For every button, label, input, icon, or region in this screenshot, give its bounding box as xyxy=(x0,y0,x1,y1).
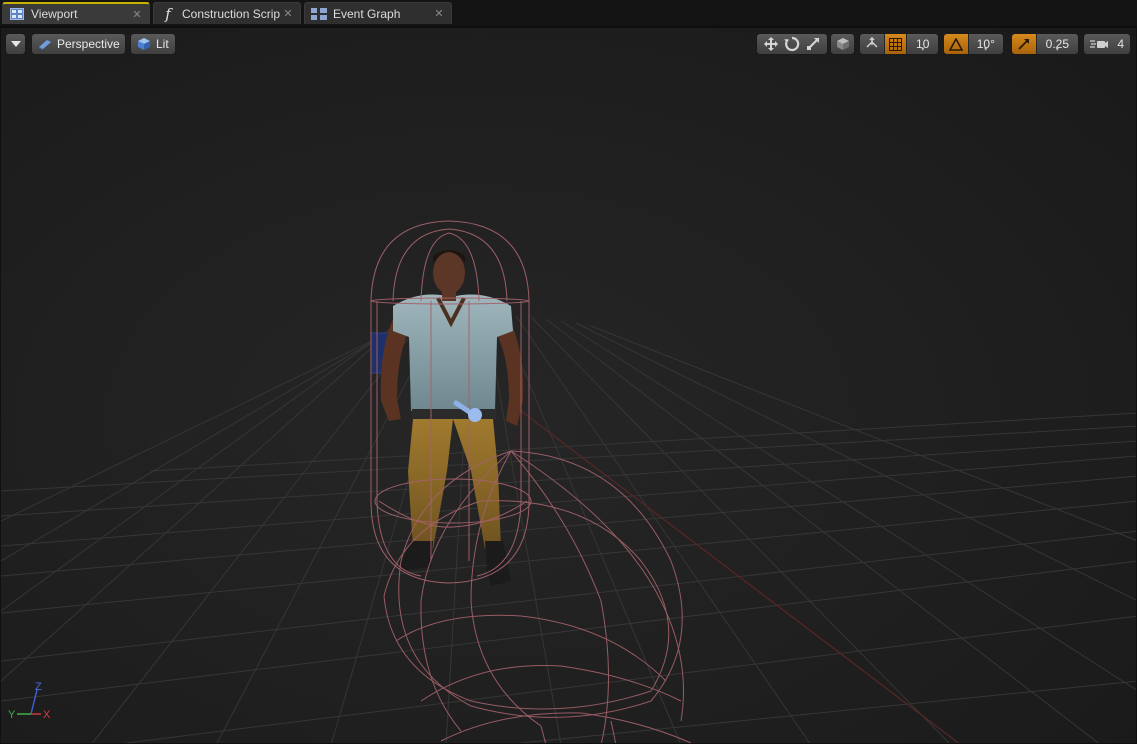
tab-label: Construction Scrip xyxy=(182,6,281,21)
scale-snap-group: 0.25 ▾ xyxy=(1011,33,1079,55)
axis-y-label: Y xyxy=(8,709,16,720)
perspective-button[interactable]: Perspective xyxy=(31,33,126,55)
tab-label: Event Graph xyxy=(333,6,401,21)
grid-icon xyxy=(889,37,903,51)
axis-z-label: Z xyxy=(35,681,42,693)
rotation-snap-group: 10° ▾ xyxy=(943,33,1004,55)
event-graph-icon xyxy=(311,6,327,22)
chevron-down-icon xyxy=(6,41,25,47)
perspective-label: Perspective xyxy=(57,37,120,51)
rotation-snap-value-dropdown[interactable]: 10° ▾ xyxy=(967,34,1003,54)
close-icon[interactable]: ✕ xyxy=(282,7,294,20)
grid-snap-toggle[interactable] xyxy=(883,34,907,54)
camera-speed-icon xyxy=(1090,38,1108,50)
viewport-icon xyxy=(9,6,25,22)
rotation-snap-toggle[interactable] xyxy=(944,34,968,54)
viewport[interactable]: Perspective Lit 10 ▾ 10° ▾ 0.25 ▾ 4 Y X … xyxy=(0,27,1137,744)
camera-speed-value: 4 xyxy=(1117,37,1124,51)
chevron-down-icon: ▾ xyxy=(984,46,988,53)
transform-tools-group xyxy=(756,33,828,55)
scale-arrow-icon xyxy=(1018,38,1030,50)
grid-snap-group: 10 ▾ xyxy=(859,33,939,55)
chevron-down-icon: ▾ xyxy=(1055,46,1060,53)
scale-snap-toggle[interactable] xyxy=(1012,34,1036,54)
function-icon: f xyxy=(165,4,171,23)
lighting-mode-button[interactable]: Lit xyxy=(130,33,176,55)
scale-icon[interactable] xyxy=(803,36,824,52)
viewport-options-button[interactable] xyxy=(5,33,26,55)
lit-cube-icon xyxy=(137,37,151,51)
angle-icon xyxy=(948,37,963,51)
rotate-icon[interactable] xyxy=(781,36,802,52)
tab-label: Viewport xyxy=(31,7,78,21)
tab-construction-script[interactable]: f Construction Scrip ✕ xyxy=(153,2,301,24)
chevron-down-icon: ▾ xyxy=(920,46,925,53)
axis-indicator-icon: Y X Z xyxy=(8,681,51,720)
surface-snap-icon[interactable] xyxy=(860,34,884,54)
world-cube-icon xyxy=(836,37,850,51)
axis-x-label: X xyxy=(43,709,51,720)
lit-label: Lit xyxy=(156,37,169,51)
tab-strip: Viewport ✕ f Construction Scrip ✕ Event … xyxy=(0,0,1137,27)
translate-icon[interactable] xyxy=(760,36,781,52)
close-icon[interactable]: ✕ xyxy=(433,7,445,20)
coordinate-system-button[interactable] xyxy=(830,33,855,55)
scale-snap-value-dropdown[interactable]: 0.25 ▾ xyxy=(1035,34,1078,54)
tab-event-graph[interactable]: Event Graph ✕ xyxy=(304,2,452,24)
camera-speed-button[interactable]: 4 xyxy=(1083,33,1131,55)
camera-perspective-icon xyxy=(38,38,52,50)
close-icon[interactable]: ✕ xyxy=(131,8,143,21)
viewport-scene[interactable] xyxy=(1,28,1137,744)
tab-viewport[interactable]: Viewport ✕ xyxy=(2,2,150,24)
grid-snap-value-dropdown[interactable]: 10 ▾ xyxy=(906,34,938,54)
